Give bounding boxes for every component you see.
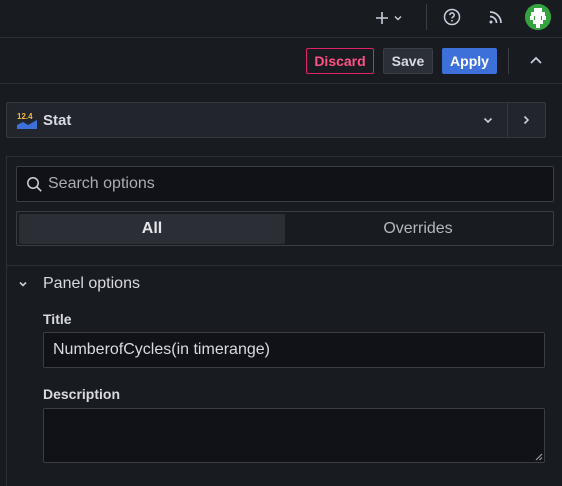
rss-icon[interactable] [486,7,506,27]
picker-divider [507,103,508,137]
tab-overrides[interactable]: Overrides [285,214,551,244]
add-menu-button[interactable] [374,7,403,29]
search-icon [27,177,42,192]
toolbar-divider [426,4,427,30]
panel-title-input[interactable] [43,332,545,368]
user-avatar[interactable] [525,4,551,30]
actions-divider [508,48,509,74]
plus-icon [376,12,388,24]
chevron-down-icon[interactable] [16,277,30,291]
tab-all[interactable]: All [19,214,285,244]
title-label: Title [43,311,72,327]
avatar-icon [525,4,551,30]
search-options-field[interactable] [16,166,554,202]
options-tabs: All Overrides [16,211,554,246]
chevron-down-icon [394,16,402,21]
discard-button[interactable]: Discard [306,48,374,74]
stat-visualization-icon: 12.4 [17,112,37,129]
description-label: Description [43,386,121,402]
help-circle-icon[interactable] [442,7,462,27]
visualization-picker[interactable]: 12.4 Stat [6,102,546,138]
panel-description-input[interactable] [43,408,545,463]
section-divider [6,265,562,266]
save-button[interactable]: Save [383,48,433,74]
resize-handle-icon[interactable] [533,451,543,461]
panel-options-header[interactable]: Panel options [43,275,140,293]
viz-icon-text: 12.4 [17,112,33,121]
chevron-right-icon[interactable] [519,113,533,127]
chevron-up-icon[interactable] [526,52,546,70]
search-options-input[interactable] [48,167,538,201]
apply-button[interactable]: Apply [442,48,497,74]
visualization-name: Stat [43,112,72,129]
panel-edit-actions: Discard Save Apply [0,38,562,84]
chevron-down-icon[interactable] [481,113,495,127]
top-bar [0,0,562,38]
